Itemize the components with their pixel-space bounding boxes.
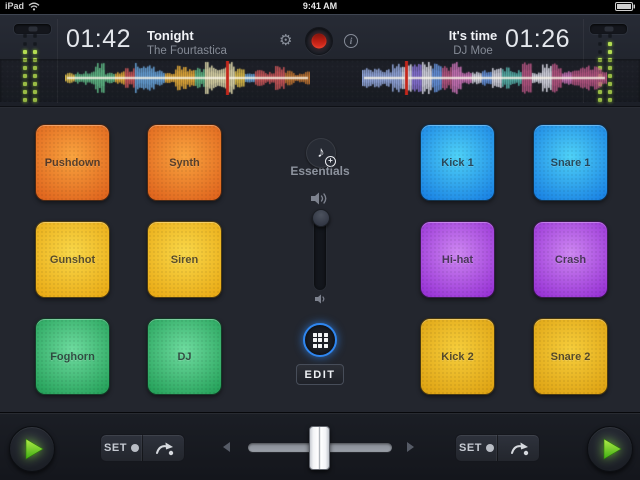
sampler-area: Pushdown Synth Gunshot Siren Foghorn DJ Kick … xyxy=(0,107,640,412)
pad-label: Synth xyxy=(169,156,200,169)
sample-pad-crash[interactable]: Crash xyxy=(533,221,608,298)
left-jump-cue-button[interactable] xyxy=(142,435,184,461)
set-label: SET xyxy=(104,442,127,454)
sample-pad-siren[interactable]: Siren xyxy=(147,221,222,298)
status-clock: 9:41 AM xyxy=(302,1,338,11)
edit-button[interactable]: EDIT xyxy=(296,364,344,385)
pad-label: DJ xyxy=(177,350,192,363)
pad-mode-button[interactable] xyxy=(303,323,337,357)
right-deck-time: 01:26 xyxy=(505,25,571,53)
left-track-artist: The Fourtastica xyxy=(147,45,227,57)
sample-pad-synth[interactable]: Synth xyxy=(147,124,222,201)
pad-label: Snare 2 xyxy=(550,350,591,363)
grid-icon xyxy=(312,332,328,348)
sample-pad-hi-hat[interactable]: Hi-hat xyxy=(420,221,495,298)
sample-pad-gunshot[interactable]: Gunshot xyxy=(35,221,110,298)
play-icon xyxy=(25,438,44,460)
crossfader-right-arrow[interactable] xyxy=(407,442,414,452)
right-waveform[interactable] xyxy=(362,61,607,95)
sample-pad-pushdown[interactable]: Pushdown xyxy=(35,124,110,201)
transport-bar: SET SET xyxy=(0,412,640,480)
sample-pad-foghorn[interactable]: Foghorn xyxy=(35,318,110,395)
record-icon xyxy=(311,33,327,49)
pad-label: Kick 1 xyxy=(441,156,474,169)
sample-pad-snare-1[interactable]: Snare 1 xyxy=(533,124,608,201)
pad-label: Siren xyxy=(170,253,199,266)
left-set-cue-button[interactable]: SET xyxy=(101,435,142,461)
set-label: SET xyxy=(459,442,482,454)
sample-pad-kick-1[interactable]: Kick 1 xyxy=(420,124,495,201)
info-button[interactable]: i xyxy=(344,34,358,48)
right-pad-grid: Kick 1 Snare 1 Hi-hat Crash Kick 2 Snare 2 xyxy=(420,124,608,395)
volume-loud-icon xyxy=(311,192,327,205)
status-bar: iPad 9:41 AM xyxy=(0,0,640,14)
sample-pad-kick-2[interactable]: Kick 2 xyxy=(420,318,495,395)
jump-arrow-icon xyxy=(155,442,173,456)
cue-dot-icon xyxy=(485,444,494,452)
left-deck-time: 01:42 xyxy=(66,25,132,53)
pad-label: Foghorn xyxy=(50,350,95,363)
settings-gear-icon[interactable]: ⚙ xyxy=(279,33,292,48)
battery-icon xyxy=(615,2,635,11)
volume-quiet-icon xyxy=(315,294,325,304)
play-icon xyxy=(603,438,622,460)
record-button[interactable] xyxy=(305,27,333,55)
sample-pack-label: Essentials xyxy=(290,164,350,178)
deck-header: 01:42 Tonight The Fourtastica ⚙ i It's t… xyxy=(0,14,640,107)
crossfader-handle[interactable] xyxy=(309,426,330,470)
pad-label: Snare 1 xyxy=(550,156,591,169)
pad-label: Gunshot xyxy=(49,253,96,266)
dj-app-screen: iPad 9:41 AM 01:42 Tonight The Fourtasti… xyxy=(0,0,640,480)
right-set-cue-button[interactable]: SET xyxy=(456,435,497,461)
pad-label: Hi-hat xyxy=(441,253,474,266)
left-track-info: Tonight The Fourtastica xyxy=(147,28,227,58)
pad-label: Crash xyxy=(554,253,587,266)
sample-pad-dj[interactable]: DJ xyxy=(147,318,222,395)
left-pad-grid: Pushdown Synth Gunshot Siren Foghorn DJ xyxy=(35,124,222,395)
jump-arrow-icon xyxy=(510,442,528,456)
left-cue-group: SET xyxy=(100,434,185,462)
cue-dot-icon xyxy=(130,444,139,452)
left-waveform[interactable] xyxy=(65,61,310,95)
sampler-volume-knob[interactable] xyxy=(312,209,330,227)
right-play-button[interactable] xyxy=(587,426,633,472)
left-track-title: Tonight xyxy=(147,28,194,43)
pad-label: Kick 2 xyxy=(441,350,474,363)
right-cue-group: SET xyxy=(455,434,540,462)
pad-label: Pushdown xyxy=(44,156,101,169)
right-jump-cue-button[interactable] xyxy=(497,435,539,461)
left-play-button[interactable] xyxy=(9,426,55,472)
crossfader-left-arrow[interactable] xyxy=(223,442,230,452)
sample-pad-snare-2[interactable]: Snare 2 xyxy=(533,318,608,395)
